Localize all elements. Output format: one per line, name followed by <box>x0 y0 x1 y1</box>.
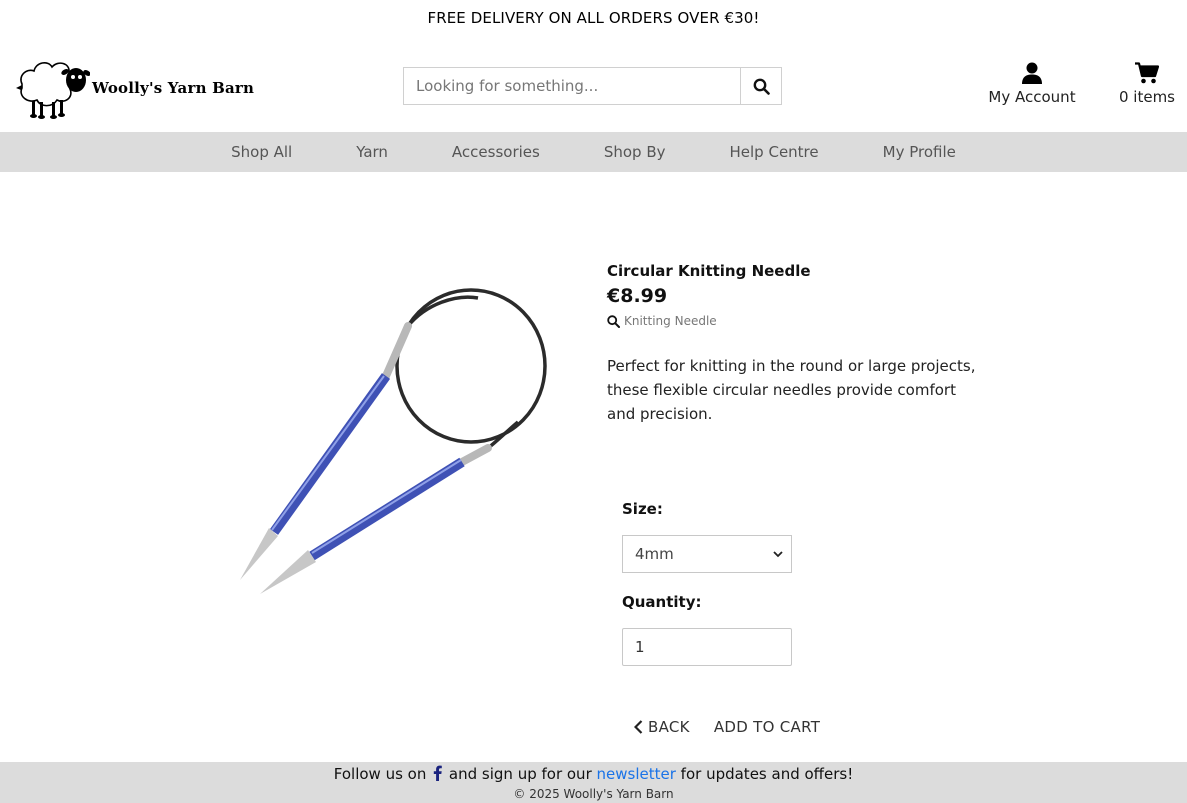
my-account-label: My Account <box>988 88 1076 106</box>
size-label: Size: <box>622 500 663 518</box>
nav-my-profile[interactable]: My Profile <box>883 143 956 161</box>
quantity-label: Quantity: <box>622 593 702 611</box>
chevron-left-icon <box>634 720 643 734</box>
facebook-icon[interactable] <box>433 765 442 785</box>
chevron-down-icon <box>773 550 783 557</box>
nav-accessories[interactable]: Accessories <box>452 143 540 161</box>
site-logo[interactable]: Woolly's Yarn Barn <box>12 54 272 122</box>
footer-text-middle: and sign up for our <box>448 765 592 783</box>
sheep-logo-icon <box>16 62 90 119</box>
product-details: Circular Knitting Needle €8.99 Knitting … <box>607 262 977 426</box>
nav-help-centre[interactable]: Help Centre <box>730 143 819 161</box>
back-label: BACK <box>648 718 690 736</box>
add-to-cart-form: Size: 4mm Quantity: <box>622 500 872 666</box>
quantity-input[interactable] <box>622 628 792 666</box>
logo-text: Woolly's Yarn Barn <box>92 79 255 97</box>
back-button[interactable]: BACK <box>634 718 690 736</box>
my-account-link[interactable]: My Account <box>982 60 1082 106</box>
footer-social-line: Follow us on and sign up for our newslet… <box>0 762 1187 785</box>
cart-items-count: 0 items <box>1118 88 1175 106</box>
search-bar <box>403 67 782 105</box>
search-icon <box>753 78 770 95</box>
product-description: Perfect for knitting in the round or lar… <box>607 357 976 423</box>
size-select[interactable]: 4mm <box>622 535 792 573</box>
footer-text-before: Follow us on <box>333 765 427 783</box>
free-delivery-banner: FREE DELIVERY ON ALL ORDERS OVER €30! <box>427 9 760 27</box>
user-icon <box>1022 62 1042 84</box>
product-category: Knitting Needle <box>624 314 717 328</box>
nav-shop-all[interactable]: Shop All <box>231 143 292 161</box>
main-nav: Shop All Yarn Accessories Shop By Help C… <box>0 132 1187 172</box>
newsletter-link[interactable]: newsletter <box>597 765 676 783</box>
product-category-link[interactable]: Knitting Needle <box>607 314 977 328</box>
footer-text-after: for updates and offers! <box>680 765 854 783</box>
cart-link[interactable]: 0 items <box>1112 60 1182 106</box>
search-icon <box>607 314 620 328</box>
search-input[interactable] <box>404 68 740 104</box>
copyright: © 2025 Woolly's Yarn Barn <box>513 787 674 801</box>
nav-shop-by[interactable]: Shop By <box>604 143 666 161</box>
search-button[interactable] <box>740 68 781 104</box>
add-to-cart-button[interactable]: ADD TO CART <box>714 718 820 736</box>
product-price: €8.99 <box>607 285 668 307</box>
product-title: Circular Knitting Needle <box>607 262 811 280</box>
shopping-cart-icon <box>1135 62 1159 84</box>
site-footer: Follow us on and sign up for our newslet… <box>0 762 1187 803</box>
product-actions: BACK ADD TO CART <box>634 718 820 736</box>
nav-yarn[interactable]: Yarn <box>356 143 388 161</box>
size-selected-value: 4mm <box>635 545 674 563</box>
product-image <box>226 282 556 602</box>
